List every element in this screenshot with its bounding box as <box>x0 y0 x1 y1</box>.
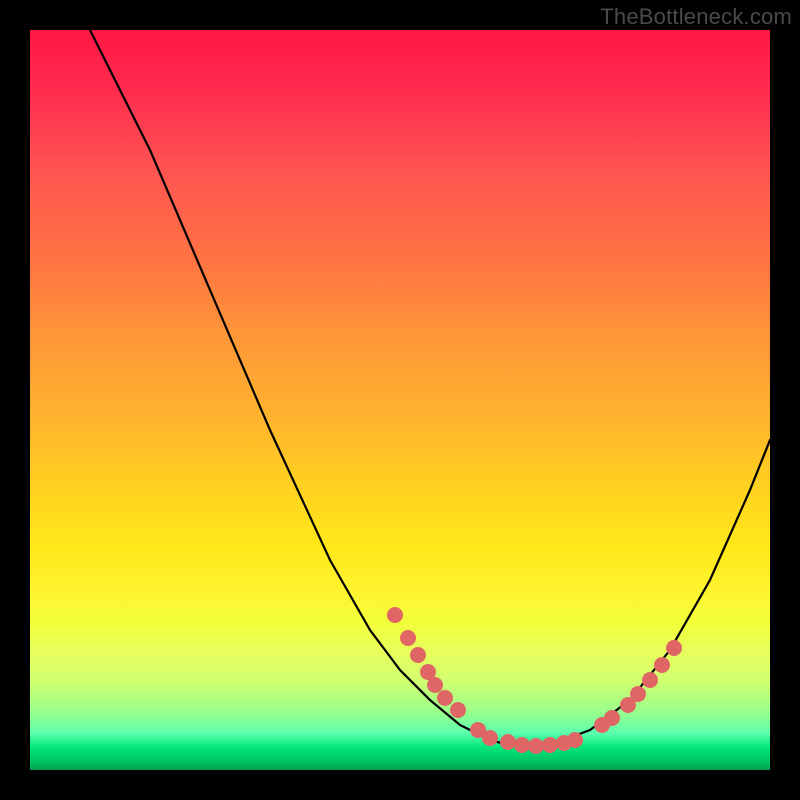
valley-dots <box>387 607 682 754</box>
dot <box>528 738 544 754</box>
bottleneck-curve <box>90 30 770 748</box>
dot <box>410 647 426 663</box>
dot <box>437 690 453 706</box>
dot <box>654 657 670 673</box>
dot <box>542 737 558 753</box>
dot <box>642 672 658 688</box>
dot <box>666 640 682 656</box>
plot-area <box>30 30 770 770</box>
dot <box>387 607 403 623</box>
dot <box>482 730 498 746</box>
dot <box>400 630 416 646</box>
dot <box>427 677 443 693</box>
dot <box>514 737 530 753</box>
dot <box>567 732 583 748</box>
dot <box>630 686 646 702</box>
chart-frame: TheBottleneck.com <box>0 0 800 800</box>
dot <box>500 734 516 750</box>
dot <box>450 702 466 718</box>
dot <box>604 710 620 726</box>
curve-svg <box>30 30 770 770</box>
watermark-text: TheBottleneck.com <box>600 4 792 30</box>
